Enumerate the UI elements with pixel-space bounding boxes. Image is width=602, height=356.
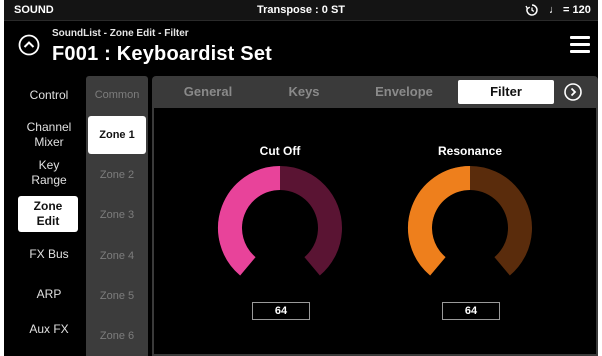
cutoff-knob[interactable]	[216, 164, 344, 292]
zone-5[interactable]: Zone 5	[86, 290, 148, 302]
cutoff-knob-fill	[218, 166, 281, 276]
resonance-knob-fill	[408, 166, 471, 276]
page-header: SoundList - Zone Edit - Filter F001 : Ke…	[4, 21, 598, 69]
category-arp[interactable]: ARP	[14, 287, 84, 302]
zone-1[interactable]: Zone 1	[88, 116, 146, 154]
history-icon	[525, 4, 538, 16]
tempo-label: ♩ = 120	[549, 4, 591, 16]
filter-content: Cut Off 64 Resonance 64	[152, 108, 598, 356]
next-tab-icon[interactable]	[564, 83, 582, 101]
zone-list: Common Zone 1 Zone 2 Zone 3 Zone 4 Zone …	[86, 76, 148, 356]
tab-envelope[interactable]: Envelope	[354, 76, 454, 108]
zone-6[interactable]: Zone 6	[86, 330, 148, 342]
zone-3[interactable]: Zone 3	[86, 209, 148, 221]
transpose-label: Transpose : 0 ST	[256, 4, 346, 16]
resonance-label: Resonance	[437, 144, 503, 158]
tab-filter[interactable]: Filter	[458, 80, 554, 104]
category-fx-bus[interactable]: FX Bus	[14, 247, 84, 262]
cutoff-value[interactable]: 64	[252, 302, 310, 320]
cutoff-label: Cut Off	[259, 144, 301, 158]
status-bar: SOUND Transpose : 0 ST ♩ = 120	[4, 0, 598, 21]
synth-screen: SOUND Transpose : 0 ST ♩ = 120 SoundList…	[4, 0, 598, 356]
page-title: F001 : Keyboardist Set	[52, 43, 273, 65]
resonance-knob[interactable]	[406, 164, 534, 292]
zone-2[interactable]: Zone 2	[86, 169, 148, 181]
breadcrumb: SoundList - Zone Edit - Filter	[52, 28, 189, 39]
category-zone-edit[interactable]: Zone Edit	[18, 196, 78, 232]
category-control[interactable]: Control	[14, 88, 84, 103]
tab-bar: General Keys Envelope Filter	[152, 76, 598, 108]
category-channel-mixer[interactable]: Channel Mixer	[14, 120, 84, 150]
tab-keys[interactable]: Keys	[256, 76, 352, 108]
menu-icon[interactable]	[570, 36, 590, 54]
resonance-value[interactable]: 64	[442, 302, 500, 320]
zone-4[interactable]: Zone 4	[86, 250, 148, 262]
back-button[interactable]	[18, 34, 40, 56]
category-key-range[interactable]: Key Range	[14, 158, 84, 188]
zone-common[interactable]: Common	[86, 89, 148, 101]
tab-general[interactable]: General	[160, 76, 256, 108]
category-aux-fx[interactable]: Aux FX	[14, 322, 84, 337]
edit-panel: General Keys Envelope Filter Cut Off 64 …	[152, 76, 598, 356]
